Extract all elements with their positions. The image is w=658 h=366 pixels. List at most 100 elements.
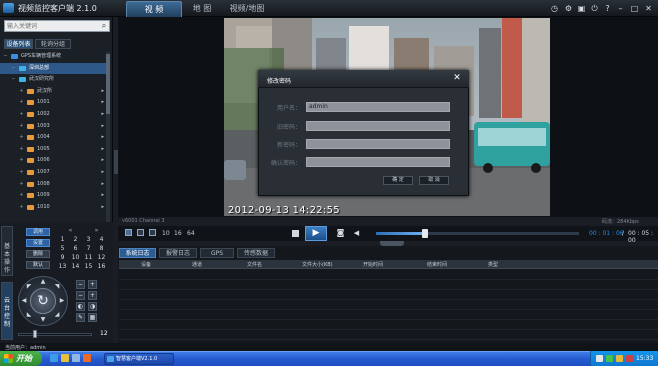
tree-toggle-icon[interactable]: + — [19, 121, 24, 132]
quicklaunch-ie-icon[interactable] — [50, 354, 58, 362]
preset-number-button[interactable]: 13 — [58, 263, 67, 271]
tree-toggle-icon[interactable]: + — [19, 109, 24, 120]
wiper-icon[interactable]: ▦ — [88, 313, 97, 322]
expand-arrow-icon[interactable]: ▸ — [101, 167, 104, 178]
tab-map[interactable]: 地 图 — [184, 1, 220, 17]
vtab-basic-ops[interactable]: 基本操作 — [1, 226, 13, 276]
preset-number-button[interactable]: 5 — [58, 245, 67, 253]
preset-number-button[interactable]: 14 — [71, 263, 80, 271]
tree-toggle-icon[interactable]: + — [19, 190, 24, 201]
preset-number-button[interactable]: 11 — [84, 254, 93, 262]
tray-alert-icon[interactable] — [626, 355, 633, 362]
tree-toggle-icon[interactable]: + — [19, 179, 24, 190]
log-row[interactable] — [119, 310, 658, 320]
device-tree-item[interactable]: +1009 ▸ — [0, 190, 106, 201]
dialog-close-icon[interactable]: ✕ — [452, 73, 462, 83]
layout-1-icon[interactable] — [125, 229, 132, 236]
device-tree-item[interactable]: − GPS车辆管理系统 — [0, 51, 106, 62]
close-icon[interactable]: ✕ — [644, 4, 653, 13]
exit-icon[interactable]: ⏻ — [590, 4, 599, 13]
log-row[interactable] — [119, 320, 658, 330]
help-icon[interactable]: ? — [603, 4, 612, 13]
tab-polling-groups[interactable]: 轮询分组 — [35, 39, 71, 49]
log-row[interactable] — [119, 330, 658, 340]
preset-number-button[interactable]: 16 — [97, 263, 106, 271]
preset-number-button[interactable]: 4 — [97, 236, 106, 244]
ptz-downleft-arrow-icon[interactable]: ◣ — [25, 311, 33, 319]
expand-arrow-icon[interactable]: ▸ — [101, 132, 104, 143]
new-password-field[interactable] — [306, 139, 450, 149]
settings-icon[interactable]: ⚙ — [564, 4, 573, 13]
tree-toggle-icon[interactable]: + — [19, 202, 24, 213]
log-row[interactable] — [119, 290, 658, 300]
preset-number-button[interactable]: 12 — [97, 254, 106, 262]
device-tree-item[interactable]: +1004 ▸ — [0, 132, 106, 143]
ptz-left-arrow-icon[interactable]: ◀ — [20, 297, 28, 305]
device-tree-item[interactable]: − 深圳总部 — [0, 62, 106, 74]
preset-number-button[interactable]: 2 — [71, 236, 80, 244]
username-field[interactable]: admin — [306, 102, 450, 112]
stop-icon[interactable] — [292, 230, 299, 237]
preset-number-button[interactable]: 10 — [71, 254, 80, 262]
device-tree-item[interactable]: +1002 ▸ — [0, 109, 106, 120]
layout-4-icon[interactable] — [137, 229, 144, 236]
expand-arrow-icon[interactable]: ▸ — [101, 190, 104, 201]
lock-icon[interactable]: ▣ — [577, 4, 586, 13]
ptz-down-arrow-icon[interactable]: ▼ — [39, 316, 47, 324]
device-tree-item[interactable]: +1008 ▸ — [0, 179, 106, 190]
playback-progress-thumb[interactable] — [421, 229, 428, 238]
minimize-icon[interactable]: – — [616, 4, 625, 13]
expand-arrow-icon[interactable]: ▸ — [101, 97, 104, 108]
preset-number-button[interactable]: 3 — [84, 236, 93, 244]
clock-icon[interactable]: ◷ — [550, 4, 559, 13]
quicklaunch-folder-icon[interactable] — [61, 354, 69, 362]
preset-prev-button[interactable]: « — [66, 227, 75, 235]
ok-button[interactable]: 确 定 — [383, 176, 413, 185]
ptz-upright-arrow-icon[interactable]: ◥ — [53, 283, 61, 291]
camera-capture-icon[interactable]: ◙ — [336, 229, 345, 237]
device-tree-item[interactable]: +1001 ▸ — [0, 97, 106, 108]
iris-open-icon[interactable]: ◑ — [88, 302, 97, 311]
tree-toggle-icon[interactable]: + — [19, 132, 24, 143]
tab-sensor-data[interactable]: 传感数据 — [237, 248, 275, 258]
expand-arrow-icon[interactable]: ▸ — [101, 86, 104, 97]
tree-toggle-icon[interactable]: − — [11, 74, 16, 85]
expand-arrow-icon[interactable]: ▸ — [101, 121, 104, 132]
ptz-call-button[interactable]: 调用 — [26, 228, 50, 236]
tab-device-list[interactable]: 设备列表 — [4, 39, 33, 49]
device-tree-item[interactable]: +1010 ▸ — [0, 202, 106, 213]
iris-close-icon[interactable]: ◐ — [76, 302, 85, 311]
tree-toggle-icon[interactable]: + — [19, 86, 24, 97]
vtab-ptz-control[interactable]: 云台控制 — [1, 282, 13, 340]
expand-arrow-icon[interactable]: ▸ — [101, 109, 104, 120]
tray-app-icon[interactable] — [616, 355, 623, 362]
device-tree-item[interactable]: + 武汉所 ▸ — [0, 86, 106, 97]
device-tree-item[interactable]: +1003 ▸ — [0, 121, 106, 132]
tab-system-log[interactable]: 系统日志 — [119, 248, 156, 258]
focus-far-icon[interactable]: + — [88, 291, 97, 300]
tree-toggle-icon[interactable]: − — [3, 51, 8, 62]
ptz-downright-arrow-icon[interactable]: ◢ — [53, 311, 61, 319]
tree-toggle-icon[interactable]: + — [19, 144, 24, 155]
device-tree-item[interactable]: +1007 ▸ — [0, 167, 106, 178]
log-row[interactable] — [119, 300, 658, 310]
ptz-default-button[interactable]: 默认 — [26, 261, 50, 269]
tray-security-icon[interactable] — [606, 355, 613, 362]
layout-64-button[interactable]: 64 — [187, 230, 195, 237]
log-row[interactable] — [119, 270, 658, 280]
tree-toggle-icon[interactable]: − — [11, 63, 16, 74]
ptz-set-button[interactable]: 设置 — [26, 239, 50, 247]
tree-toggle-icon[interactable]: + — [19, 167, 24, 178]
quicklaunch-desktop-icon[interactable] — [72, 354, 80, 362]
confirm-password-field[interactable] — [306, 157, 450, 167]
maximize-icon[interactable]: □ — [630, 4, 639, 13]
ptz-speed-thumb[interactable] — [33, 330, 38, 338]
taskbar-app-button[interactable]: 智慧客户端V2.1.0 — [104, 353, 174, 365]
tree-scrollbar-thumb[interactable] — [106, 54, 110, 114]
preset-number-button[interactable]: 15 — [84, 263, 93, 271]
expand-arrow-icon[interactable]: ▸ — [101, 155, 104, 166]
search-input[interactable] — [7, 22, 97, 31]
focus-near-icon[interactable]: − — [76, 291, 85, 300]
log-row[interactable] — [119, 280, 658, 290]
ptz-upleft-arrow-icon[interactable]: ◤ — [25, 283, 33, 291]
